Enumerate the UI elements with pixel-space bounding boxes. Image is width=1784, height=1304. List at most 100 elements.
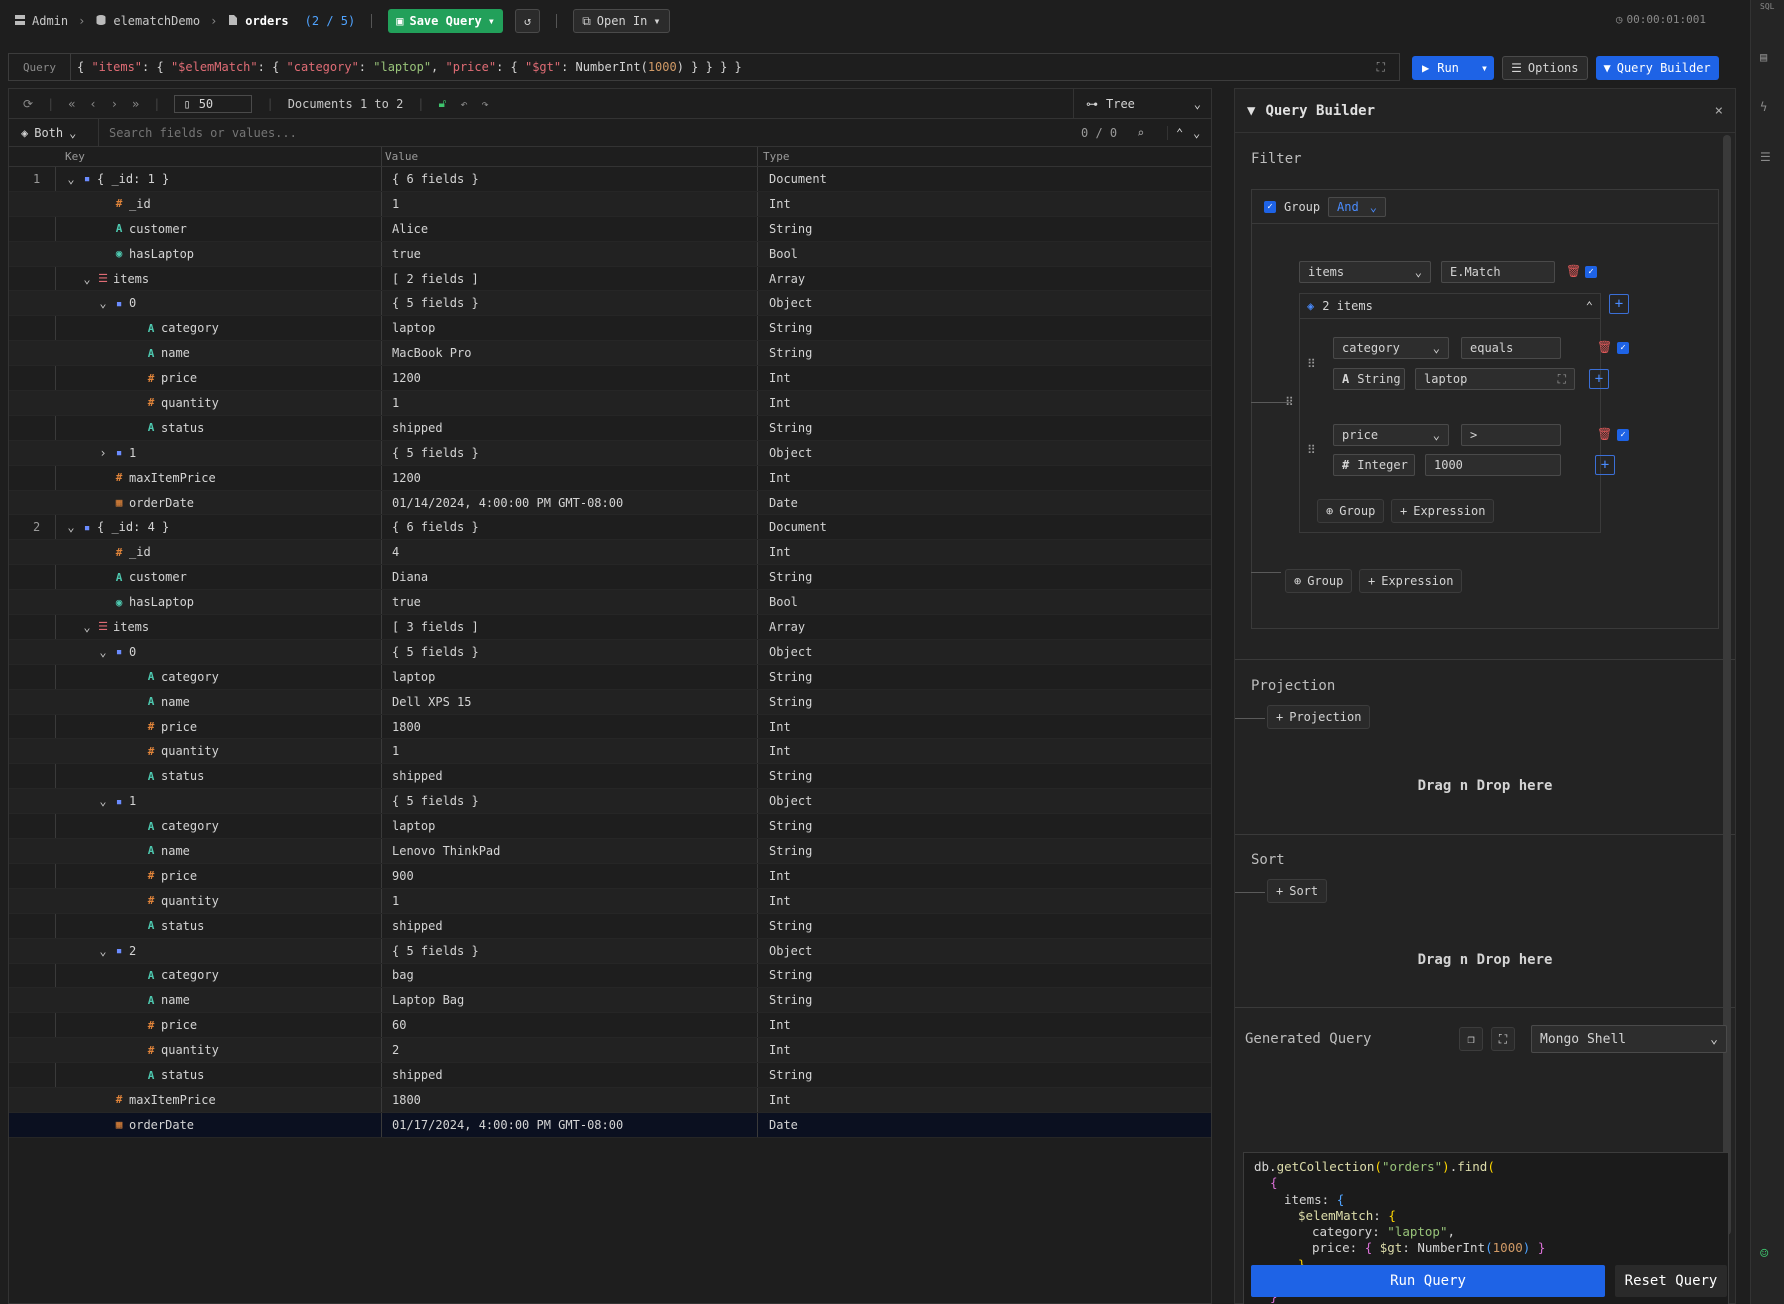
value-cell[interactable]: shipped bbox=[392, 421, 443, 435]
page-size-input[interactable]: ▯ 50 bbox=[174, 94, 253, 113]
table-row[interactable]: ◉ hasLaptop true Bool bbox=[9, 241, 1211, 267]
value-cell[interactable]: true bbox=[392, 595, 421, 609]
value-cell[interactable]: bag bbox=[392, 968, 414, 982]
value-cell[interactable]: Alice bbox=[392, 222, 428, 236]
value-cell[interactable]: laptop bbox=[392, 819, 435, 833]
table-row[interactable]: # quantity 1 Int bbox=[9, 888, 1211, 914]
language-select[interactable]: Mongo Shell ⌄ bbox=[1531, 1025, 1727, 1053]
add-group-button[interactable]: ⊕ Group bbox=[1317, 499, 1385, 523]
add-expression-button[interactable]: + Expression bbox=[1391, 499, 1495, 523]
table-row[interactable]: Aname MacBook Pro String bbox=[9, 341, 1211, 367]
table-row[interactable]: ▦ orderDate 01/14/2024, 4:00:00 PM GMT-08:… bbox=[9, 490, 1211, 516]
trash-icon[interactable]: 🗑︎ bbox=[1566, 264, 1581, 278]
column-divider[interactable] bbox=[381, 147, 382, 166]
chevron-down-icon[interactable]: ⌄ bbox=[65, 172, 77, 186]
drag-handle-icon[interactable]: ⠿ bbox=[1285, 395, 1294, 409]
value-cell[interactable]: { 5 fields } bbox=[392, 446, 479, 460]
table-row[interactable]: 1 ⌄ ▪ { _id: 1 } { 6 fields } Document bbox=[9, 167, 1211, 192]
last-page-icon[interactable]: » bbox=[132, 97, 139, 111]
enable-checkbox[interactable]: ✓ bbox=[1617, 429, 1629, 441]
table-row[interactable]: ◉ hasLaptop true Bool bbox=[9, 590, 1211, 616]
table-row[interactable]: # price 60 Int bbox=[9, 1013, 1211, 1039]
value-cell[interactable]: 1 bbox=[392, 197, 399, 211]
value-cell[interactable]: 01/17/2024, 4:00:00 PM GMT-08:00 bbox=[392, 1118, 623, 1132]
table-row[interactable]: ⌄ ▪ 0 { 5 fields } Object bbox=[9, 291, 1211, 317]
table-row[interactable]: Acategory laptop String bbox=[9, 814, 1211, 840]
value-cell[interactable]: 2 bbox=[392, 1043, 399, 1057]
drag-handle-icon[interactable]: ⠿ bbox=[1307, 357, 1316, 371]
query-input[interactable]: { "items": { "$elemMatch": { "category":… bbox=[71, 60, 742, 74]
run-query-button[interactable]: Run Query bbox=[1251, 1265, 1605, 1297]
query-builder-button[interactable]: ▼ Query Builder bbox=[1595, 56, 1719, 80]
open-in-button[interactable]: ⧉ Open In ▾ bbox=[573, 9, 670, 33]
breadcrumb-database[interactable]: elematchDemo bbox=[95, 14, 200, 29]
value-input-laptop[interactable]: laptop ⛶ bbox=[1415, 368, 1575, 390]
value-cell[interactable]: shipped bbox=[392, 769, 443, 783]
projection-drop-zone[interactable]: Drag n Drop here bbox=[1235, 778, 1735, 794]
undo-icon[interactable]: ↶ bbox=[460, 97, 467, 111]
value-cell[interactable]: Lenovo ThinkPad bbox=[392, 844, 500, 858]
table-row[interactable]: Acategory laptop String bbox=[9, 316, 1211, 342]
add-value-button[interactable]: + bbox=[1589, 369, 1609, 389]
fullscreen-button[interactable]: ⛶ bbox=[1491, 1027, 1515, 1051]
value-cell[interactable]: { 6 fields } bbox=[392, 520, 479, 534]
add-expression-button[interactable]: + Expression bbox=[1359, 569, 1463, 593]
table-row[interactable]: Acategory laptop String bbox=[9, 664, 1211, 690]
drag-handle-icon[interactable]: ⠿ bbox=[1307, 443, 1316, 457]
table-row[interactable]: Acustomer Alice String bbox=[9, 216, 1211, 242]
table-row[interactable]: # quantity 2 Int bbox=[9, 1038, 1211, 1064]
field-select-price[interactable]: price ⌄ bbox=[1333, 424, 1449, 446]
value-cell[interactable]: { 5 fields } bbox=[392, 296, 479, 310]
chevron-down-icon[interactable]: ⌄ bbox=[81, 620, 93, 634]
table-row[interactable]: 2 ⌄ ▪ { _id: 4 } { 6 fields } Document bbox=[9, 515, 1211, 541]
table-row[interactable]: # quantity 1 Int bbox=[9, 391, 1211, 416]
table-row[interactable]: # _id 1 Int bbox=[9, 191, 1211, 217]
add-condition-button[interactable]: + bbox=[1609, 294, 1629, 314]
table-row[interactable]: # price 900 Int bbox=[9, 863, 1211, 889]
elemmatch-header[interactable]: ◈ 2 items ⌃ bbox=[1299, 293, 1601, 319]
value-cell[interactable]: [ 2 fields ] bbox=[392, 272, 479, 286]
reset-query-button[interactable]: Reset Query bbox=[1615, 1265, 1727, 1297]
operator-input-elemmatch[interactable]: E.Match bbox=[1441, 261, 1555, 283]
value-cell[interactable]: [ 3 fields ] bbox=[392, 620, 479, 634]
field-select-category[interactable]: category ⌄ bbox=[1333, 337, 1449, 359]
value-cell[interactable]: 1800 bbox=[392, 720, 421, 734]
value-cell[interactable]: { 5 fields } bbox=[392, 645, 479, 659]
table-row[interactable]: # price 1800 Int bbox=[9, 714, 1211, 740]
table-row[interactable]: Acustomer Diana String bbox=[9, 565, 1211, 591]
table-row[interactable]: ⌄ ▪ 0 { 5 fields } Object bbox=[9, 639, 1211, 665]
add-value-button[interactable]: + bbox=[1595, 455, 1615, 475]
table-row[interactable]: # maxItemPrice 1800 Int bbox=[9, 1087, 1211, 1113]
add-projection-button[interactable]: + Projection bbox=[1267, 705, 1371, 729]
next-page-icon[interactable]: › bbox=[111, 97, 118, 111]
close-icon[interactable]: × bbox=[1715, 103, 1723, 119]
chevron-down-icon[interactable]: ⌄ bbox=[97, 944, 109, 958]
chevron-down-icon[interactable]: ⌄ bbox=[97, 794, 109, 808]
search-input[interactable] bbox=[109, 125, 929, 140]
value-cell[interactable]: Dell XPS 15 bbox=[392, 695, 471, 709]
operator-input-gt[interactable]: > bbox=[1461, 424, 1561, 446]
lightning-icon[interactable]: ϟ bbox=[1760, 100, 1776, 116]
table-row[interactable]: Aname Dell XPS 15 String bbox=[9, 689, 1211, 715]
group-operator-select[interactable]: And ⌄ bbox=[1328, 197, 1386, 217]
lock-icon[interactable]: 🔓︎ bbox=[439, 96, 447, 111]
value-cell[interactable]: 1200 bbox=[392, 371, 421, 385]
caret-down-icon[interactable]: ▾ bbox=[1481, 61, 1488, 75]
redo-icon[interactable]: ↷ bbox=[482, 97, 489, 111]
table-row[interactable]: ⌄ ▪ 2 { 5 fields } Object bbox=[9, 938, 1211, 964]
operator-input-equals[interactable]: equals bbox=[1461, 337, 1561, 359]
chevron-right-icon[interactable]: › bbox=[97, 446, 109, 460]
group-checkbox[interactable]: ✓ bbox=[1264, 201, 1276, 213]
column-value[interactable]: Value bbox=[385, 150, 418, 163]
type-select-string[interactable]: A String bbox=[1333, 368, 1405, 390]
value-cell[interactable]: 01/14/2024, 4:00:00 PM GMT-08:00 bbox=[392, 496, 623, 510]
value-cell[interactable]: { 5 fields } bbox=[392, 944, 479, 958]
prev-match-icon[interactable]: ⌃ bbox=[1167, 125, 1183, 140]
sql-icon[interactable]: SQL bbox=[1760, 2, 1776, 18]
value-input-1000[interactable]: 1000 bbox=[1425, 454, 1561, 476]
value-cell[interactable]: 1 bbox=[392, 894, 399, 908]
column-divider[interactable] bbox=[757, 147, 758, 166]
type-select-integer[interactable]: # Integer bbox=[1333, 454, 1415, 476]
value-cell[interactable]: Laptop Bag bbox=[392, 993, 464, 1007]
next-match-icon[interactable]: ⌄ bbox=[1193, 126, 1200, 140]
